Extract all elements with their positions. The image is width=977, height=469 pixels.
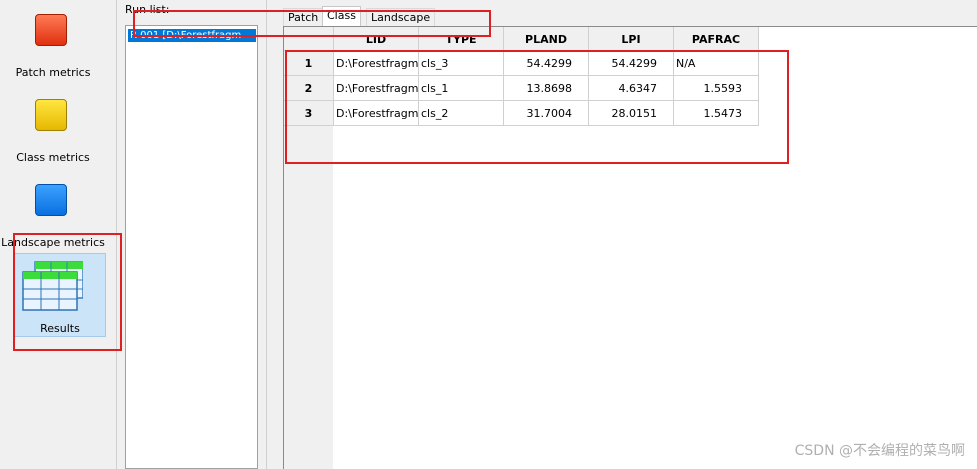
yellow-square-icon xyxy=(35,99,67,131)
metrics-navigation: Patch metrics Class metrics Landscape me… xyxy=(0,0,106,469)
table-grid-icon xyxy=(22,261,83,311)
table-cell[interactable]: 13.8698 xyxy=(504,76,589,101)
watermark: CSDN @不会编程的菜鸟啊 xyxy=(794,443,965,459)
table-cell[interactable]: 1.5593 xyxy=(674,76,759,101)
nav-landscape-metrics[interactable]: Landscape metrics xyxy=(0,170,106,254)
nav-class-metrics[interactable]: Class metrics xyxy=(0,85,106,169)
table-cell[interactable]: N/A xyxy=(674,51,759,76)
nav-patch-metrics[interactable]: Patch metrics xyxy=(0,0,106,84)
table-cell[interactable]: cls_1 xyxy=(419,76,504,101)
tab-landscape[interactable]: Landscape xyxy=(366,8,436,26)
table-cell[interactable]: 54.4299 xyxy=(589,51,674,76)
red-square-icon xyxy=(35,14,67,46)
nav-results-label: Results xyxy=(40,322,80,335)
nav-class-metrics-label: Class metrics xyxy=(16,151,90,164)
table-cell[interactable]: D:\Forestfragm xyxy=(334,76,419,101)
row-header[interactable]: 2 xyxy=(284,76,334,101)
run-list-label: Run list: xyxy=(125,3,170,16)
column-header-lpi[interactable]: LPI xyxy=(589,27,674,51)
tab-patch[interactable]: Patch xyxy=(283,8,324,26)
nav-patch-metrics-label: Patch metrics xyxy=(15,66,91,79)
table-cell[interactable]: D:\Forestfragm xyxy=(334,51,419,76)
table-cell[interactable]: D:\Forestfragm xyxy=(334,101,419,126)
table-cell[interactable]: 1.5473 xyxy=(674,101,759,126)
panel-divider xyxy=(266,0,267,469)
row-header[interactable]: 1 xyxy=(284,51,334,76)
table-cell[interactable]: 54.4299 xyxy=(504,51,589,76)
run-list[interactable]: R 001 [D:\Forestfragm xyxy=(125,25,258,469)
table-cell[interactable]: cls_2 xyxy=(419,101,504,126)
table-cell[interactable]: 31.7004 xyxy=(504,101,589,126)
tab-class[interactable]: Class xyxy=(322,6,361,26)
run-list-item[interactable]: R 001 [D:\Forestfragm xyxy=(128,29,256,42)
blue-square-icon xyxy=(35,184,67,216)
nav-results[interactable]: Results xyxy=(14,253,106,337)
column-header-pland[interactable]: PLAND xyxy=(504,27,589,51)
panel-divider xyxy=(116,0,117,469)
column-header-pafrac[interactable]: PAFRAC xyxy=(674,27,759,51)
row-header[interactable]: 3 xyxy=(284,101,334,126)
table-cell[interactable]: cls_3 xyxy=(419,51,504,76)
column-header-lid[interactable]: LID xyxy=(334,27,419,51)
nav-landscape-metrics-label: Landscape metrics xyxy=(1,236,105,249)
corner-header-cell xyxy=(284,27,334,51)
table-cell[interactable]: 28.0151 xyxy=(589,101,674,126)
table-cell[interactable]: 4.6347 xyxy=(589,76,674,101)
column-header-type[interactable]: TYPE xyxy=(419,27,504,51)
